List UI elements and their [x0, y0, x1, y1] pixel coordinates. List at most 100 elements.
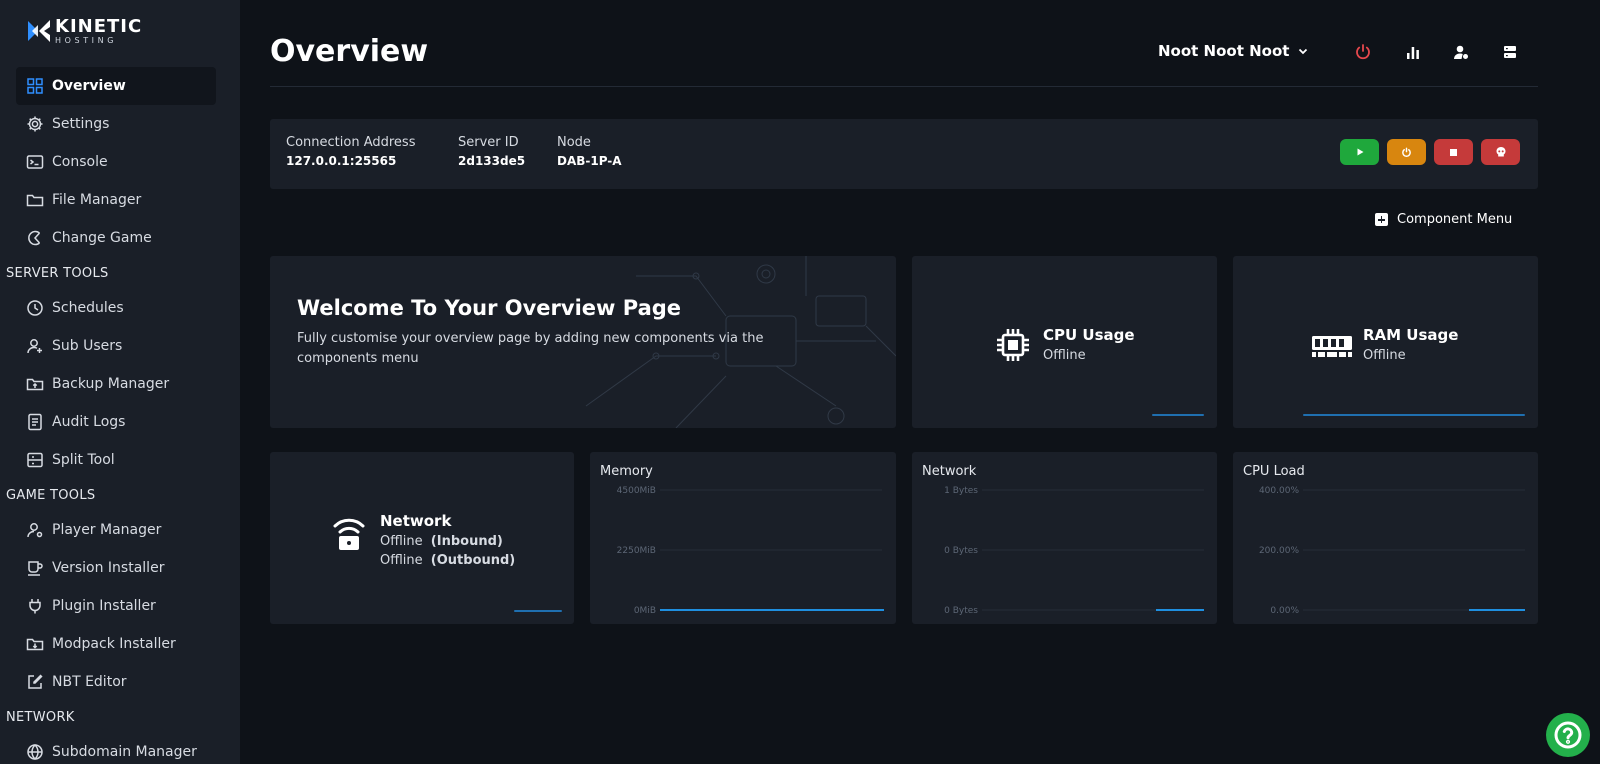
sidebar-item-split-tool[interactable]: Split Tool	[16, 441, 216, 479]
chart-plot: 400.00% 200.00% 0.00%	[1259, 486, 1525, 616]
sidebar-item-overview[interactable]: Overview	[16, 67, 216, 105]
server-icon[interactable]	[1500, 42, 1520, 62]
user-plus-icon	[26, 337, 44, 355]
ram-usage-status: Offline	[1363, 348, 1406, 363]
sidebar-item-console[interactable]: Console	[16, 143, 216, 181]
y-tick-label: 0 Bytes	[944, 546, 978, 556]
ram-icon	[1312, 335, 1352, 357]
sidebar-item-modpack-installer[interactable]: Modpack Installer	[16, 625, 216, 663]
user-gear-icon	[26, 521, 44, 539]
logo-name: KINETIC	[55, 15, 143, 37]
welcome-card: Welcome To Your Overview Page Fully cust…	[270, 256, 896, 428]
plug-icon	[26, 597, 44, 615]
sidebar-item-label: Version Installer	[52, 560, 165, 576]
chart-plot: 1 Bytes 0 Bytes 0 Bytes	[944, 486, 1204, 616]
chart-plot: 4500MiB 2250MiB 0MiB	[617, 486, 884, 616]
server-id-label: Server ID	[458, 135, 519, 150]
sidebar: KINETIC HOSTING Overview Settings Consol…	[0, 0, 240, 764]
sidebar-item-settings[interactable]: Settings	[16, 105, 216, 143]
sidebar-item-change-game[interactable]: Change Game	[16, 219, 216, 257]
sidebar-item-plugin-installer[interactable]: Plugin Installer	[16, 587, 216, 625]
node-label: Node	[557, 135, 591, 150]
cpu-load-chart: CPU Load 400.00% 200.00% 0.00%	[1233, 452, 1538, 624]
logo[interactable]: KINETIC HOSTING	[26, 16, 142, 46]
sidebar-item-label: Modpack Installer	[52, 636, 176, 652]
globe-icon	[26, 743, 44, 761]
server-info-bar: Connection Address 127.0.0.1:25565 Serve…	[270, 119, 1538, 189]
sidebar-item-label: Split Tool	[52, 452, 115, 468]
ram-usage-title: RAM Usage	[1363, 326, 1459, 344]
sidebar-item-label: Overview	[52, 78, 126, 94]
ram-usage-card: RAM Usage Offline	[1233, 256, 1538, 428]
split-icon	[26, 451, 44, 469]
question-icon	[1554, 721, 1582, 749]
connection-value: 127.0.0.1:25565	[286, 154, 397, 168]
logo-subtitle: HOSTING	[55, 35, 118, 45]
section-game-tools: GAME TOOLS	[6, 487, 96, 503]
backup-icon	[26, 375, 44, 393]
gear-icon	[26, 115, 44, 133]
sidebar-item-label: Settings	[52, 116, 110, 132]
cpu-usage-card: CPU Usage Offline	[912, 256, 1217, 428]
node-value: DAB-1P-A	[557, 154, 622, 168]
sidebar-item-file-manager[interactable]: File Manager	[16, 181, 216, 219]
sidebar-item-label: Schedules	[52, 300, 124, 316]
network-title: Network	[380, 512, 452, 530]
restart-button[interactable]	[1387, 139, 1426, 165]
ram-sparkline	[1303, 414, 1525, 416]
stop-button[interactable]	[1434, 139, 1473, 165]
grid-icon	[26, 77, 44, 95]
component-menu-button[interactable]: Component Menu	[1375, 212, 1512, 227]
y-tick-label: 4500MiB	[617, 486, 656, 496]
y-tick-label: 0 Bytes	[944, 606, 978, 616]
page-title: Overview	[270, 34, 429, 69]
network-outbound-label: (Outbound)	[430, 553, 516, 568]
sidebar-item-player-manager[interactable]: Player Manager	[16, 511, 216, 549]
y-tick-label: 0MiB	[634, 606, 656, 616]
y-tick-label: 1 Bytes	[944, 486, 978, 496]
coffee-icon	[26, 559, 44, 577]
sidebar-item-label: Sub Users	[52, 338, 123, 354]
sidebar-item-backup-manager[interactable]: Backup Manager	[16, 365, 216, 403]
section-server-tools: SERVER TOOLS	[6, 265, 109, 281]
clock-icon	[26, 299, 44, 317]
cpu-usage-status: Offline	[1043, 348, 1086, 363]
component-menu-label: Component Menu	[1397, 212, 1513, 227]
node: Node DAB-1P-A	[557, 135, 622, 168]
sidebar-item-subdomain-manager[interactable]: Subdomain Manager	[16, 733, 216, 764]
start-button[interactable]	[1340, 139, 1379, 165]
game-icon	[26, 229, 44, 247]
sidebar-item-version-installer[interactable]: Version Installer	[16, 549, 216, 587]
plus-square-icon	[1375, 213, 1388, 226]
network-status-card: Network Offline (Inbound) Offline (Outbo…	[270, 452, 574, 624]
sidebar-nav: Overview Settings Console File Manager C…	[0, 67, 240, 764]
memory-chart: Memory 4500MiB 2250MiB 0MiB	[590, 452, 896, 624]
skull-icon	[1496, 147, 1505, 157]
folder-icon	[26, 191, 44, 209]
connection-address[interactable]: Connection Address 127.0.0.1:25565	[286, 135, 415, 168]
chevron-down-icon	[1299, 48, 1308, 55]
sidebar-item-schedules[interactable]: Schedules	[16, 289, 216, 327]
sidebar-item-sub-users[interactable]: Sub Users	[16, 327, 216, 365]
sidebar-item-nbt-editor[interactable]: NBT Editor	[16, 663, 216, 701]
help-button[interactable]	[1546, 713, 1590, 757]
document-icon	[26, 413, 44, 431]
section-network: NETWORK	[6, 709, 75, 725]
user-settings-icon[interactable]	[1451, 42, 1471, 62]
kill-button[interactable]	[1481, 139, 1520, 165]
power-icon[interactable]	[1353, 42, 1373, 62]
welcome-description: Fully customise your overview page by ad…	[297, 331, 764, 366]
sidebar-item-label: Backup Manager	[52, 376, 170, 392]
cpu-usage-title: CPU Usage	[1043, 326, 1135, 344]
sidebar-item-label: Console	[52, 154, 108, 170]
network-outbound: Offline (Outbound)	[380, 553, 515, 568]
sidebar-item-audit-logs[interactable]: Audit Logs	[16, 403, 216, 441]
server-selector[interactable]: Noot Noot Noot	[1158, 42, 1309, 60]
sidebar-item-label: Subdomain Manager	[52, 744, 197, 760]
connection-label: Connection Address	[286, 135, 416, 150]
stop-icon	[1450, 148, 1457, 156]
cpu-icon	[997, 328, 1029, 361]
bar-chart-icon[interactable]	[1403, 42, 1423, 62]
download-box-icon	[26, 635, 44, 653]
y-tick-label: 2250MiB	[617, 546, 656, 556]
